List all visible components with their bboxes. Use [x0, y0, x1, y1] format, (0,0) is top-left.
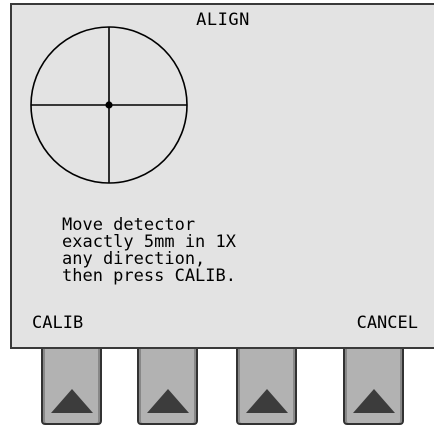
reticle-center-dot: [105, 101, 113, 109]
calib-softkey-label[interactable]: CALIB: [32, 315, 83, 332]
instruction-line: then press CALIB.: [62, 266, 236, 286]
lcd-screen: ALIGN Move detector exactly 5mm in 1X an…: [10, 3, 434, 349]
up-triangle-icon: [50, 389, 93, 413]
cancel-softkey-label[interactable]: CANCEL: [357, 315, 418, 332]
up-triangle-icon: [352, 389, 395, 413]
instruction-text: Move detector exactly 5mm in 1X any dire…: [62, 217, 236, 285]
softkey-3-button[interactable]: [236, 349, 297, 425]
up-triangle-icon: [146, 389, 189, 413]
softkey-2-button[interactable]: [137, 349, 198, 425]
softkey-4-button[interactable]: [343, 349, 404, 425]
crosshair-reticle-icon: [30, 26, 188, 184]
up-triangle-icon: [245, 389, 288, 413]
softkey-1-button[interactable]: [41, 349, 102, 425]
